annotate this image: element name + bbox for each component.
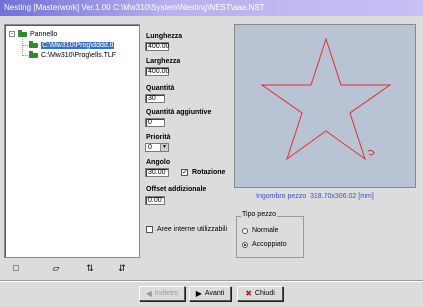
tipo-pezzo-group bbox=[236, 216, 304, 258]
forward-icon: ▶ bbox=[195, 288, 202, 298]
chiudi-label: Chiudi bbox=[254, 290, 275, 297]
sort-reverse-icon[interactable]: ⇵ bbox=[116, 262, 128, 274]
tree-collapse-icon[interactable]: - bbox=[9, 31, 15, 37]
chiudi-button[interactable]: ✖ Chiudi bbox=[237, 286, 283, 301]
larghezza-label: Larghezza bbox=[146, 58, 181, 65]
priorita-value: 0 bbox=[148, 144, 152, 151]
larghezza-field[interactable]: 400.00 bbox=[145, 67, 169, 76]
star-shape bbox=[260, 37, 392, 161]
tree-item-ells[interactable]: C:\Mw310\Prog\ells.TLF bbox=[29, 50, 117, 59]
indietro-label: Indietro bbox=[154, 290, 179, 297]
nesting-window: Nesting [Masterwork] Ver.1.00 C:\Mw310\S… bbox=[0, 0, 423, 307]
lunghezza-field[interactable]: 400.00 bbox=[145, 42, 169, 51]
panel-tree[interactable]: - Pannello C:\Mw310\Prog\dddd.tl C:\Mw31… bbox=[4, 24, 140, 258]
tree-node-pannello[interactable]: - Pannello bbox=[9, 29, 58, 38]
offset-label: Offset addizionale bbox=[146, 186, 207, 193]
normale-label: Normale bbox=[252, 227, 279, 234]
angolo-field[interactable]: 30.00 bbox=[145, 168, 169, 177]
back-icon: ◀ bbox=[145, 288, 152, 298]
new-icon[interactable]: □ bbox=[10, 262, 22, 274]
angolo-label: Angolo bbox=[146, 159, 171, 166]
quantita-field[interactable]: 30 bbox=[145, 94, 165, 103]
tree-item-dddd[interactable]: C:\Mw310\Prog\dddd.tl bbox=[29, 40, 115, 49]
folder-icon bbox=[29, 40, 38, 48]
rotazione-checkbox[interactable]: ✓ bbox=[181, 169, 188, 176]
tree-connector bbox=[22, 55, 28, 56]
separator bbox=[0, 280, 423, 282]
avanti-label: Avanti bbox=[204, 290, 225, 297]
tree-root-label: Pannello bbox=[30, 30, 58, 38]
accoppiato-radio[interactable] bbox=[242, 242, 248, 248]
avanti-button[interactable]: ▶ Avanti bbox=[189, 286, 231, 301]
aree-interne-checkbox[interactable] bbox=[146, 226, 153, 233]
quantita-label: Quantità bbox=[146, 85, 175, 92]
piece-preview bbox=[234, 24, 416, 188]
ingombro-label: Ingombro pezzo bbox=[256, 193, 307, 200]
window-title: Nesting [Masterwork] Ver.1.00 C:\Mw310\S… bbox=[0, 0, 423, 16]
tree-item-label: C:\Mw310\Prog\dddd.tl bbox=[41, 41, 115, 49]
rotazione-label: Rotazione bbox=[192, 169, 226, 176]
priorita-select[interactable]: 0 ▼ bbox=[145, 143, 169, 152]
priorita-label: Priorità bbox=[146, 134, 171, 141]
tree-toolbar: □ ▱ ⇅ ⇵ bbox=[4, 262, 140, 274]
chevron-down-icon[interactable]: ▼ bbox=[160, 144, 168, 151]
tree-item-label: C:\Mw310\Prog\ells.TLF bbox=[41, 51, 117, 59]
folder-icon bbox=[18, 29, 27, 37]
close-icon: ✖ bbox=[245, 288, 252, 298]
open-folder-icon[interactable]: ▱ bbox=[50, 262, 62, 274]
normale-radio[interactable] bbox=[242, 228, 248, 234]
folder-icon bbox=[29, 50, 38, 58]
offset-field[interactable]: 0.00 bbox=[145, 196, 165, 205]
tree-connector bbox=[22, 45, 28, 46]
indietro-button[interactable]: ◀ Indietro bbox=[139, 286, 185, 301]
quantita-aggiuntive-label: Quantità aggiuntive bbox=[146, 109, 212, 116]
aree-interne-label: Aree interne utilizzabili bbox=[157, 226, 228, 233]
ingombro-value: 318.70x306.02 [mm] bbox=[310, 193, 374, 200]
tipo-pezzo-title: Tipo pezzo bbox=[241, 211, 277, 218]
tree-connector bbox=[22, 39, 23, 56]
sort-icon[interactable]: ⇅ bbox=[84, 262, 96, 274]
lunghezza-label: Lunghezza bbox=[146, 33, 183, 40]
quantita-aggiuntive-field[interactable]: 0 bbox=[145, 118, 165, 127]
accoppiato-label: Accoppiato bbox=[252, 241, 287, 248]
